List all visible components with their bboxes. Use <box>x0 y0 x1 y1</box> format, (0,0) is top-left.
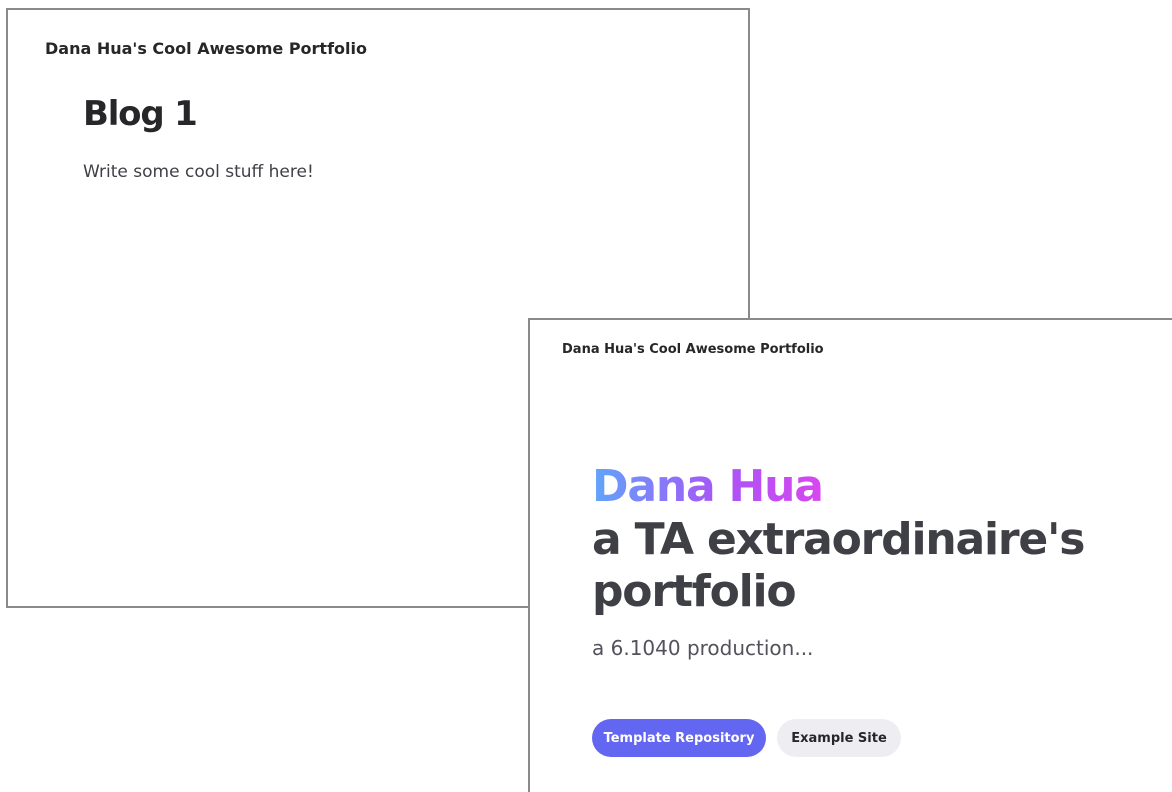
blog-heading: Blog 1 <box>83 94 198 134</box>
blog-body-text: Write some cool stuff here! <box>83 162 314 182</box>
hero-name: Dana Hua <box>592 461 824 512</box>
hero-button-row: Template Repository Example Site <box>592 719 901 757</box>
site-title-link[interactable]: Dana Hua's Cool Awesome Portfolio <box>562 342 824 357</box>
template-repository-button[interactable]: Template Repository <box>592 719 766 757</box>
hero-tagline-line-1: a TA extraordinaire's <box>592 514 1085 565</box>
example-site-button[interactable]: Example Site <box>777 719 901 757</box>
home-page-window: Dana Hua's Cool Awesome Portfolio Dana H… <box>528 318 1172 792</box>
site-title-link[interactable]: Dana Hua's Cool Awesome Portfolio <box>45 39 367 58</box>
hero-subtitle: a 6.1040 production... <box>592 636 814 660</box>
screenshot-canvas: Dana Hua's Cool Awesome Portfolio Blog 1… <box>0 0 1172 792</box>
hero-section: Dana Hua a TA extraordinaire's portfolio… <box>592 460 1085 660</box>
hero-tagline-line-2: portfolio <box>592 566 797 617</box>
